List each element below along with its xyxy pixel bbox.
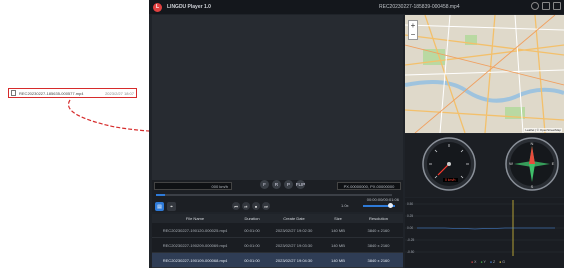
legend-y: ● Y [480, 260, 486, 264]
col-file-name[interactable]: File Name [152, 216, 238, 221]
table-header: File Name Duration Create Date Size Reso… [152, 214, 403, 223]
file-table: File Name Duration Create Date Size Reso… [152, 214, 403, 268]
cell-size: 140 MB [331, 242, 345, 248]
gauges-svg: N S W E [422, 137, 559, 191]
stop-icon[interactable]: ⏹ [252, 202, 260, 210]
gauges-panel: N S W E 0 km/h [405, 134, 564, 197]
table-row[interactable]: REC20230227-190209-000069.mp4 00:01:00 2… [152, 238, 403, 253]
cell-date: 2023/02/27 19:02:30 [275, 227, 313, 233]
col-duration[interactable]: Duration [238, 216, 266, 221]
table-row-selected[interactable]: REC20230227-190109-000068.mp4 00:01:00 2… [152, 253, 403, 268]
legend-g: ● G [499, 260, 505, 264]
tool-buttons: F R P FLIP [260, 180, 305, 189]
speed-readout: 0 km/h [443, 178, 458, 182]
svg-text:N: N [531, 141, 534, 146]
app-title: LINGDU Player 1.0 [167, 4, 211, 10]
play-pause-icon[interactable]: ⏯ [242, 202, 250, 210]
svg-text:W: W [509, 161, 513, 166]
previous-icon[interactable]: ⏮ [232, 202, 240, 210]
close-button[interactable] [553, 2, 561, 10]
legend-z: ● Z [489, 260, 496, 264]
table-row[interactable]: REC20230227-190120-000025.mp4 00:01:00 2… [152, 223, 403, 238]
cell-resolution: 3840 x 2160 [367, 227, 390, 233]
coords-field: PX.00000000, PX.00000000 [337, 182, 401, 190]
cell-duration: 00:01:00 [244, 257, 260, 263]
flip-button[interactable]: FLIP [296, 180, 305, 189]
col-resolution[interactable]: Resolution [354, 216, 403, 221]
timeline-slider[interactable] [156, 194, 392, 196]
zoom-in-button[interactable]: + [411, 21, 416, 30]
controls-panel: 000 km/h F R P FLIP PX.00000000, PX.0000… [152, 180, 403, 212]
map-panel[interactable]: + − Leaflet | © OpenStreetMap [405, 15, 564, 133]
cell-size: 140 MB [331, 227, 345, 233]
app-logo-icon: L [153, 2, 162, 12]
playback-rate[interactable]: 1.0x [341, 203, 349, 208]
volume-knob[interactable] [387, 203, 393, 208]
speed-field: 000 km/h [154, 182, 232, 190]
cell-file: REC20230227-190209-000069.mp4 [162, 242, 228, 248]
col-size[interactable]: Size [322, 216, 354, 221]
map-mode-button[interactable]: ⌖ [167, 202, 176, 211]
list-mode-button[interactable]: ▤ [155, 202, 164, 211]
cell-date: 2023/02/27 19:03:30 [275, 242, 313, 248]
cell-date: 2023/02/27 19:04:30 [275, 257, 313, 263]
minimize-button[interactable] [542, 2, 550, 10]
col-create-date[interactable]: Create Date [266, 216, 322, 221]
y-label: 0.00 [407, 226, 414, 230]
tool-f-button[interactable]: F [260, 180, 269, 189]
playback-row: ▤ ⌖ ⏮ ⏯ ⏹ ⏭ 1.0x [155, 202, 400, 212]
svg-text:S: S [531, 184, 534, 189]
video-area[interactable] [152, 15, 403, 180]
timeline-progress [156, 194, 166, 196]
tool-p-button[interactable]: P [284, 180, 293, 189]
cell-file: REC20230227-190109-000068.mp4 [162, 257, 228, 263]
y-label: 0.50 [407, 202, 414, 206]
player-window: L LINGDU Player 1.0 REC20230227-185839-0… [149, 0, 564, 268]
speedometer-icon [422, 137, 476, 191]
settings-icon[interactable] [531, 2, 539, 10]
y-label: -0.50 [407, 250, 415, 254]
y-label: -0.25 [407, 238, 415, 242]
zoom-out-button[interactable]: − [411, 30, 416, 39]
title-bar: L LINGDU Player 1.0 REC20230227-185839-0… [149, 0, 564, 14]
tool-r-button[interactable]: R [272, 180, 281, 189]
cell-duration: 00:01:00 [244, 227, 260, 233]
cell-size: 140 MB [331, 257, 345, 263]
compass-icon: N S W E [505, 137, 559, 191]
graph-legend: ● X ● Y ● Z ● G [471, 260, 505, 264]
legend-x: ● X [471, 260, 477, 264]
zoom-controls: + − [408, 20, 418, 40]
cell-duration: 00:01:00 [244, 242, 260, 248]
current-file-title: REC20230227-185839-000458.mp4 [379, 4, 460, 10]
next-icon[interactable]: ⏭ [262, 202, 270, 210]
cell-file: REC20230227-190120-000025.mp4 [162, 227, 228, 233]
map-attribution: Leaflet | © OpenStreetMap [524, 128, 562, 132]
cell-resolution: 3840 x 2160 [367, 257, 390, 263]
cell-resolution: 3840 x 2160 [367, 242, 390, 248]
sensor-graph: 0.50 0.25 0.00 -0.25 -0.50 ● X ● Y ● Z ●… [405, 198, 564, 268]
svg-text:E: E [552, 161, 555, 166]
map-tiles[interactable] [405, 15, 564, 133]
graph-svg [405, 200, 564, 256]
y-label: 0.25 [407, 214, 414, 218]
